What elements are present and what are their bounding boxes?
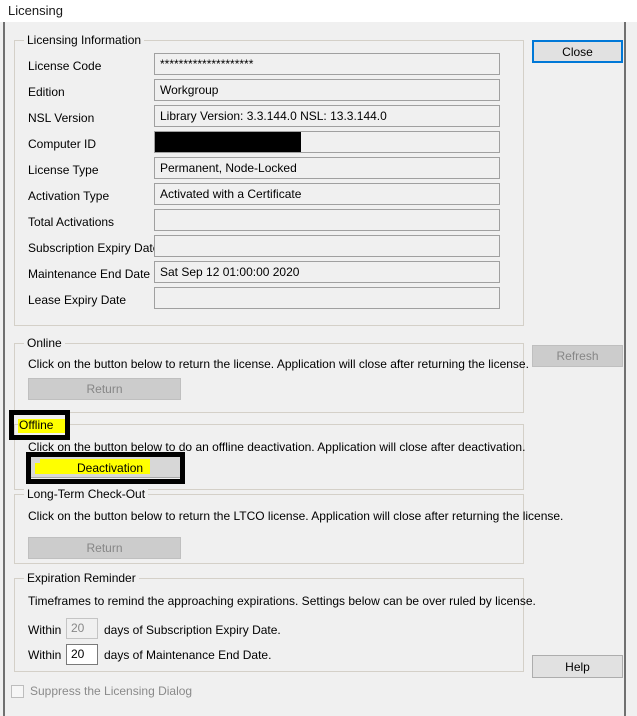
label-lease-expiry-date: Lease Expiry Date — [28, 293, 127, 307]
label-activation-type: Activation Type — [28, 189, 110, 203]
window-frame-right — [624, 22, 626, 716]
online-return-button[interactable]: Return — [28, 378, 181, 400]
offline-group-label: Offline — [24, 417, 65, 431]
field-total-activations[interactable] — [154, 209, 500, 231]
field-license-code[interactable]: ******************** — [154, 53, 500, 75]
online-group-label: Online — [24, 336, 65, 350]
field-nsl-version[interactable]: Library Version: 3.3.144.0 NSL: 13.3.144… — [154, 105, 500, 127]
reminder-row-2-days-input[interactable]: 20 — [66, 644, 98, 665]
suppress-licensing-dialog-label: Suppress the Licensing Dialog — [30, 684, 193, 698]
reminder-row-1-days-input[interactable]: 20 — [66, 618, 98, 639]
computer-id-redaction-bar — [155, 132, 301, 152]
label-edition: Edition — [28, 85, 65, 99]
expiration-reminder-group-label: Expiration Reminder — [24, 571, 139, 585]
online-description: Click on the button below to return the … — [28, 357, 529, 371]
offline-description: Click on the button below to do an offli… — [28, 440, 526, 454]
long-term-checkout-description: Click on the button below to return the … — [28, 509, 564, 523]
reminder-row-1-prefix: Within — [28, 623, 62, 637]
help-button[interactable]: Help — [532, 655, 623, 678]
reminder-row-2-suffix: days of Maintenance End Date. — [104, 648, 272, 662]
refresh-button[interactable]: Refresh — [532, 345, 623, 367]
expiration-reminder-description: Timeframes to remind the approaching exp… — [28, 594, 536, 608]
suppress-licensing-dialog-checkbox[interactable] — [11, 684, 24, 698]
reminder-row-1-suffix: days of Subscription Expiry Date. — [104, 623, 281, 637]
window-title: Licensing — [8, 3, 63, 18]
title-bar: Licensing — [0, 0, 637, 22]
field-activation-type[interactable]: Activated with a Certificate — [154, 183, 500, 205]
field-lease-expiry-date[interactable] — [154, 287, 500, 309]
label-maintenance-end-date: Maintenance End Date — [28, 267, 151, 281]
field-computer-id[interactable] — [154, 131, 500, 153]
label-subscription-expiry-date: Subscription Expiry Date — [28, 241, 160, 255]
window-frame-right-fill — [626, 22, 637, 716]
field-maintenance-end-date[interactable]: Sat Sep 12 01:00:00 2020 — [154, 261, 500, 283]
label-nsl-version: NSL Version — [28, 111, 95, 125]
field-license-type[interactable]: Permanent, Node-Locked — [154, 157, 500, 179]
long-term-checkout-group-label: Long-Term Check-Out — [24, 487, 149, 501]
reminder-row-2-prefix: Within — [28, 648, 62, 662]
field-edition[interactable]: Workgroup — [154, 79, 500, 101]
label-license-type: License Type — [28, 163, 99, 177]
licensing-information-group-label: Licensing Information — [24, 33, 145, 47]
ltco-return-button[interactable]: Return — [28, 537, 181, 559]
licensing-dialog: Licensing Licensing Information License … — [0, 0, 637, 716]
field-subscription-expiry-date[interactable] — [154, 235, 500, 257]
label-license-code: License Code — [28, 59, 102, 73]
label-total-activations: Total Activations — [28, 215, 115, 229]
suppress-licensing-dialog-row[interactable]: Suppress the Licensing Dialog — [11, 684, 192, 698]
close-button[interactable]: Close — [532, 40, 623, 63]
label-computer-id: Computer ID — [28, 137, 97, 151]
offline-deactivation-button[interactable]: Deactivation — [28, 456, 181, 478]
